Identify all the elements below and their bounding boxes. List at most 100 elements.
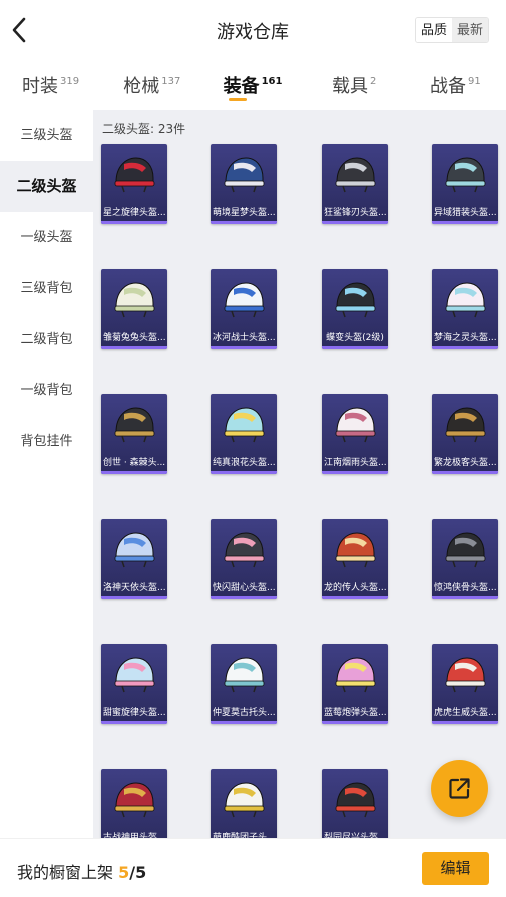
tab-label: 枪械: [123, 76, 160, 97]
tab-count: 2: [370, 76, 377, 87]
rarity-bar: [322, 221, 388, 224]
rarity-bar: [432, 596, 498, 599]
item-card[interactable]: 萌鹿酷团子头...: [211, 769, 277, 840]
rarity-bar: [211, 596, 277, 599]
item-card[interactable]: 蝶变头盔(2级): [322, 269, 388, 349]
helmet-icon: [114, 657, 155, 693]
item-card[interactable]: 萌境星梦头盔...: [211, 144, 277, 224]
item-name: 冰河战士头盔...: [213, 333, 276, 343]
helmet-icon: [335, 782, 376, 818]
item-card[interactable]: 虎虎生威头盔...: [432, 644, 498, 724]
item-name: 星之旋律头盔...: [103, 208, 166, 218]
share-external-icon: [449, 778, 470, 799]
rarity-bar: [101, 471, 167, 474]
item-card[interactable]: 江南烟雨头盔...: [322, 394, 388, 474]
showcase-total-count: /5: [129, 863, 147, 882]
tab-equipment[interactable]: 装备 161: [202, 60, 303, 110]
item-card[interactable]: 雏菊兔兔头盔...: [101, 269, 167, 349]
item-card[interactable]: 洛神天依头盔...: [101, 519, 167, 599]
helmet-icon: [224, 157, 265, 193]
helmet-icon: [114, 782, 155, 818]
tab-count: 91: [468, 76, 481, 87]
helmet-icon: [335, 532, 376, 568]
rarity-bar: [432, 346, 498, 349]
sort-quality-button[interactable]: 品质: [416, 18, 453, 42]
helmet-icon: [335, 407, 376, 443]
helmet-icon: [335, 657, 376, 693]
sidebar-item-level1-backpack[interactable]: 一级背包: [0, 365, 93, 416]
helmet-icon: [224, 532, 265, 568]
rarity-bar: [322, 596, 388, 599]
rarity-bar: [432, 471, 498, 474]
footer-bar: 我的橱窗上架 5/5 编辑: [0, 838, 506, 897]
tab-fashion[interactable]: 时装 319: [0, 60, 101, 110]
showcase-label: 我的橱窗上架: [17, 863, 114, 882]
sidebar-item-level3-backpack[interactable]: 三级背包: [0, 263, 93, 314]
item-card[interactable]: 创世 · 森棘头...: [101, 394, 167, 474]
rarity-bar: [211, 346, 277, 349]
item-name: 蝶变头盔(2级): [326, 333, 384, 343]
tab-count: 161: [261, 76, 283, 87]
sidebar-item-level2-backpack[interactable]: 二级背包: [0, 314, 93, 365]
sidebar-item-backpack-charm[interactable]: 背包挂件: [0, 416, 93, 467]
item-name: 狂鲨锋刃头盔...: [324, 208, 387, 218]
helmet-icon: [224, 282, 265, 318]
item-count: 二级头盔: 23件: [102, 122, 186, 136]
item-name: 惊鸿侠骨头盔...: [434, 583, 497, 593]
tab-vehicles[interactable]: 载具 2: [304, 60, 405, 110]
share-button[interactable]: [431, 760, 488, 817]
helmet-icon: [335, 282, 376, 318]
sidebar-item-level3-helmet[interactable]: 三级头盔: [0, 110, 93, 161]
sidebar-item-level2-helmet[interactable]: 二级头盔: [0, 161, 93, 212]
rarity-bar: [211, 471, 277, 474]
item-card[interactable]: 龙的传人头盔...: [322, 519, 388, 599]
rarity-bar: [322, 471, 388, 474]
helmet-icon: [114, 157, 155, 193]
tab-label: 载具: [332, 76, 369, 97]
tab-count: 137: [161, 76, 181, 87]
item-card[interactable]: 狂鲨锋刃头盔...: [322, 144, 388, 224]
helmet-icon: [445, 157, 486, 193]
rarity-bar: [432, 221, 498, 224]
edit-button[interactable]: 编辑: [422, 852, 489, 885]
item-card[interactable]: 纯真浪花头盔...: [211, 394, 277, 474]
rarity-bar: [101, 346, 167, 349]
rarity-bar: [432, 721, 498, 724]
item-card[interactable]: 甜蜜旋律头盔...: [101, 644, 167, 724]
sidebar-item-level1-helmet[interactable]: 一级头盔: [0, 212, 93, 263]
item-card[interactable]: 惊鸿侠骨头盔...: [432, 519, 498, 599]
item-name: 梦海之灵头盔...: [434, 333, 497, 343]
helmet-icon: [335, 157, 376, 193]
rarity-bar: [101, 721, 167, 724]
item-card[interactable]: 冰河战士头盔...: [211, 269, 277, 349]
helmet-icon: [445, 657, 486, 693]
item-card[interactable]: 星之旋律头盔...: [101, 144, 167, 224]
item-card[interactable]: 古战神甲头盔...: [101, 769, 167, 840]
tab-combat-gear[interactable]: 战备 91: [405, 60, 506, 110]
sidebar: 三级头盔 二级头盔 一级头盔 三级背包 二级背包 一级背包 背包挂件: [0, 110, 93, 840]
helmet-icon: [114, 282, 155, 318]
item-card[interactable]: 快闪甜心头盔...: [211, 519, 277, 599]
item-card[interactable]: 蓝莓炮弹头盔...: [322, 644, 388, 724]
item-card[interactable]: 繁龙极客头盔...: [432, 394, 498, 474]
item-grid-panel: 二级头盔: 23件 星之旋律头盔... 萌境星梦头盔... 狂鲨锋刃头盔... 异域猎…: [93, 110, 506, 840]
sort-toggle: 品质 最新: [415, 17, 490, 43]
item-card[interactable]: 仲夏莫古托头...: [211, 644, 277, 724]
helmet-icon: [224, 657, 265, 693]
item-name: 繁龙极客头盔...: [434, 458, 497, 468]
rarity-bar: [322, 721, 388, 724]
sort-newest-button[interactable]: 最新: [452, 18, 489, 42]
tab-firearms[interactable]: 枪械 137: [101, 60, 202, 110]
item-name: 龙的传人头盔...: [324, 583, 387, 593]
showcase-current-count: 5: [118, 863, 130, 882]
tab-label: 战备: [430, 76, 467, 97]
item-name: 雏菊兔兔头盔...: [103, 333, 166, 343]
item-name: 异域猎装头盔...: [434, 208, 497, 218]
item-card[interactable]: 异域猎装头盔...: [432, 144, 498, 224]
item-name: 快闪甜心头盔...: [213, 583, 276, 593]
item-card[interactable]: 梦海之灵头盔...: [432, 269, 498, 349]
item-card[interactable]: 梨园尽兴头盔...: [322, 769, 388, 840]
helmet-icon: [114, 407, 155, 443]
showcase-status: 我的橱窗上架 5/5: [17, 859, 146, 883]
rarity-bar: [322, 346, 388, 349]
